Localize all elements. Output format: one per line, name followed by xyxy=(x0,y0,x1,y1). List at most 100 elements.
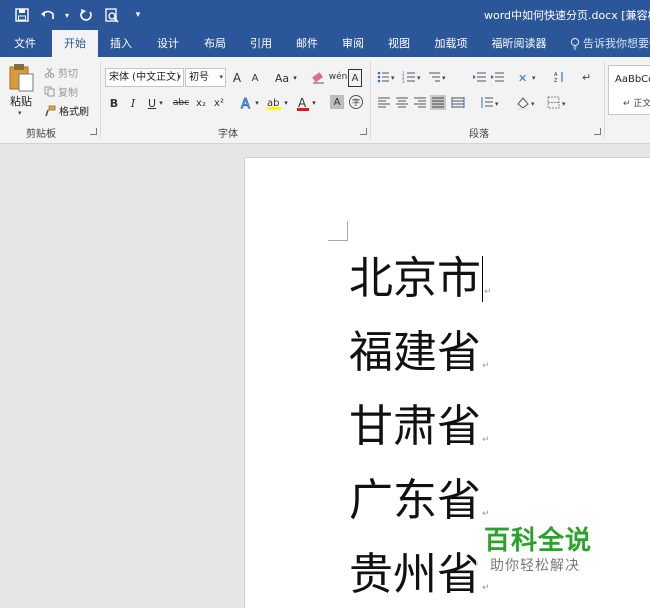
shading-icon[interactable]: ▾ xyxy=(517,97,535,110)
watermark-title: 百科全说 xyxy=(484,526,593,556)
ribbon-home: 粘贴 ▾ 剪切 复制 格式刷 剪贴板 宋体 (中文正文) ▾ 初号 ▾ A A … xyxy=(0,57,650,144)
numbering-icon[interactable]: 123 ▾ xyxy=(402,71,421,84)
undo-icon[interactable] xyxy=(38,5,58,25)
document-line[interactable]: 甘肃省 ↵ xyxy=(349,402,490,452)
window-title: word中如何快速分页.docx [兼容模 xyxy=(484,9,650,22)
chevron-down-icon[interactable]: ▾ xyxy=(311,94,317,112)
svg-text:↵: ↵ xyxy=(582,71,591,84)
highlight-color-icon[interactable]: ab xyxy=(266,96,282,111)
tell-me-box[interactable]: 告诉我你想要做 xyxy=(570,30,650,57)
line-text: 贵州省 xyxy=(349,549,481,600)
print-preview-icon[interactable] xyxy=(102,5,122,25)
borders-icon[interactable]: ▾ xyxy=(547,96,566,109)
quick-access-toolbar: ▾ ▾ xyxy=(12,5,148,25)
document-line[interactable]: 贵州省 ↵ xyxy=(349,550,490,600)
group-divider xyxy=(100,61,101,139)
group-divider xyxy=(604,61,605,139)
font-size-select[interactable]: 初号 ▾ xyxy=(185,68,226,87)
tab-view[interactable]: 视图 xyxy=(380,30,418,57)
enclose-characters-button[interactable]: 字 xyxy=(349,95,363,109)
paragraph-launcher-icon[interactable] xyxy=(594,128,601,135)
text-effects-icon[interactable]: A xyxy=(240,96,254,111)
tab-foxit-reader[interactable]: 福昕阅读器 xyxy=(484,30,554,57)
tab-file[interactable]: 文件 xyxy=(6,30,44,57)
chevron-down-icon[interactable]: ▾ xyxy=(292,69,298,87)
character-shading-button[interactable]: A xyxy=(330,95,344,109)
tab-addins[interactable]: 加载项 xyxy=(428,30,474,57)
group-divider xyxy=(370,61,371,139)
font-group-label: 字体 xyxy=(218,129,238,140)
font-color-icon[interactable]: A xyxy=(296,96,310,111)
change-case-button[interactable]: Aa xyxy=(272,69,292,87)
tell-me-text: 告诉我你想要做 xyxy=(583,37,650,50)
undo-dropdown-icon[interactable]: ▾ xyxy=(64,5,70,25)
paste-dropdown-icon[interactable]: ▾ xyxy=(18,109,22,117)
line-spacing-icon[interactable]: ▾ xyxy=(481,97,499,108)
character-border-button[interactable]: A xyxy=(348,69,362,87)
grow-font-button[interactable]: A xyxy=(230,69,244,87)
tab-design[interactable]: 设计 xyxy=(149,30,187,57)
tab-home[interactable]: 开始 xyxy=(52,30,98,57)
style-normal[interactable]: AaBbCcDc ↵ 正文 xyxy=(608,65,650,115)
copy-label: 复制 xyxy=(58,88,78,99)
document-line[interactable]: 广东省 ↵ xyxy=(349,476,490,526)
increase-indent-icon[interactable] xyxy=(491,72,504,82)
margin-corner-mark xyxy=(328,221,348,241)
tab-layout[interactable]: 布局 xyxy=(196,30,234,57)
word-window: ▾ ▾ word中如何快速分页.docx [兼容模 文件 开始 插入 设计 布局… xyxy=(0,0,650,608)
paste-icon[interactable] xyxy=(8,63,36,93)
underline-button[interactable]: U xyxy=(146,94,158,112)
line-text: 北京市 xyxy=(349,253,481,304)
ribbon-tabs: 文件 开始 插入 设计 布局 引用 邮件 审阅 视图 加载项 福昕阅读器 告诉我… xyxy=(0,30,650,57)
justify-icon[interactable] xyxy=(430,95,446,110)
sort-icon[interactable]: AZ xyxy=(554,72,563,84)
chinese-layout-icon[interactable]: ✕ ▾ xyxy=(518,72,536,85)
redo-icon[interactable] xyxy=(76,5,96,25)
paste-button[interactable]: 粘贴 xyxy=(10,93,32,109)
line-text: 福建省 xyxy=(349,327,481,378)
tab-references[interactable]: 引用 xyxy=(242,30,280,57)
document-line[interactable]: 北京市 ↵ xyxy=(349,254,492,304)
chevron-down-icon[interactable]: ▾ xyxy=(254,94,260,112)
format-painter-button[interactable]: 格式刷 xyxy=(44,103,89,118)
copy-icon xyxy=(44,86,55,97)
tab-insert[interactable]: 插入 xyxy=(102,30,140,57)
save-icon[interactable] xyxy=(12,5,32,25)
bullets-icon[interactable]: ▾ xyxy=(377,71,395,83)
svg-text:▾: ▾ xyxy=(562,100,566,108)
cut-button[interactable]: 剪切 xyxy=(44,65,78,80)
title-bar: ▾ ▾ word中如何快速分页.docx [兼容模 xyxy=(0,0,650,30)
clipboard-launcher-icon[interactable] xyxy=(90,128,97,135)
shrink-font-button[interactable]: A xyxy=(248,69,262,87)
superscript-button[interactable]: x² xyxy=(212,94,226,112)
phonetic-guide-button[interactable]: wén xyxy=(329,68,348,86)
document-line[interactable]: 福建省 ↵ xyxy=(349,328,490,378)
tab-review[interactable]: 审阅 xyxy=(334,30,372,57)
font-name-select[interactable]: 宋体 (中文正文) ▾ xyxy=(105,68,184,87)
svg-text:▾: ▾ xyxy=(442,74,446,82)
strikethrough-button[interactable]: abc xyxy=(172,94,190,112)
tab-mailings[interactable]: 邮件 xyxy=(288,30,326,57)
paragraph-mark: ↵ xyxy=(482,583,490,593)
copy-button[interactable]: 复制 xyxy=(44,84,78,99)
paragraph-tools: ▾ 123 ▾ ▾ ✕ ▾ AZ ↵ ▾ ▾ ▾ xyxy=(377,71,591,110)
italic-button[interactable]: I xyxy=(127,94,139,112)
font-size-value: 初号 xyxy=(189,72,209,83)
svg-text:3: 3 xyxy=(402,79,405,84)
paragraph-mark: ↵ xyxy=(482,435,490,445)
bold-button[interactable]: B xyxy=(108,94,120,112)
decrease-indent-icon[interactable] xyxy=(473,72,486,82)
align-left-icon[interactable] xyxy=(378,97,390,108)
customize-qat-icon[interactable]: ▾ xyxy=(128,5,148,25)
multilevel-list-icon[interactable]: ▾ xyxy=(429,72,446,82)
chevron-down-icon[interactable]: ▾ xyxy=(158,94,164,112)
align-center-icon[interactable] xyxy=(396,97,408,108)
svg-text:▾: ▾ xyxy=(495,100,499,108)
subscript-button[interactable]: x₂ xyxy=(194,94,208,112)
clear-formatting-icon[interactable] xyxy=(311,70,325,84)
align-right-icon[interactable] xyxy=(414,97,426,108)
show-marks-icon[interactable]: ↵ xyxy=(582,71,591,84)
font-launcher-icon[interactable] xyxy=(360,128,367,135)
chevron-down-icon[interactable]: ▾ xyxy=(283,94,289,112)
distributed-icon[interactable] xyxy=(451,97,465,108)
